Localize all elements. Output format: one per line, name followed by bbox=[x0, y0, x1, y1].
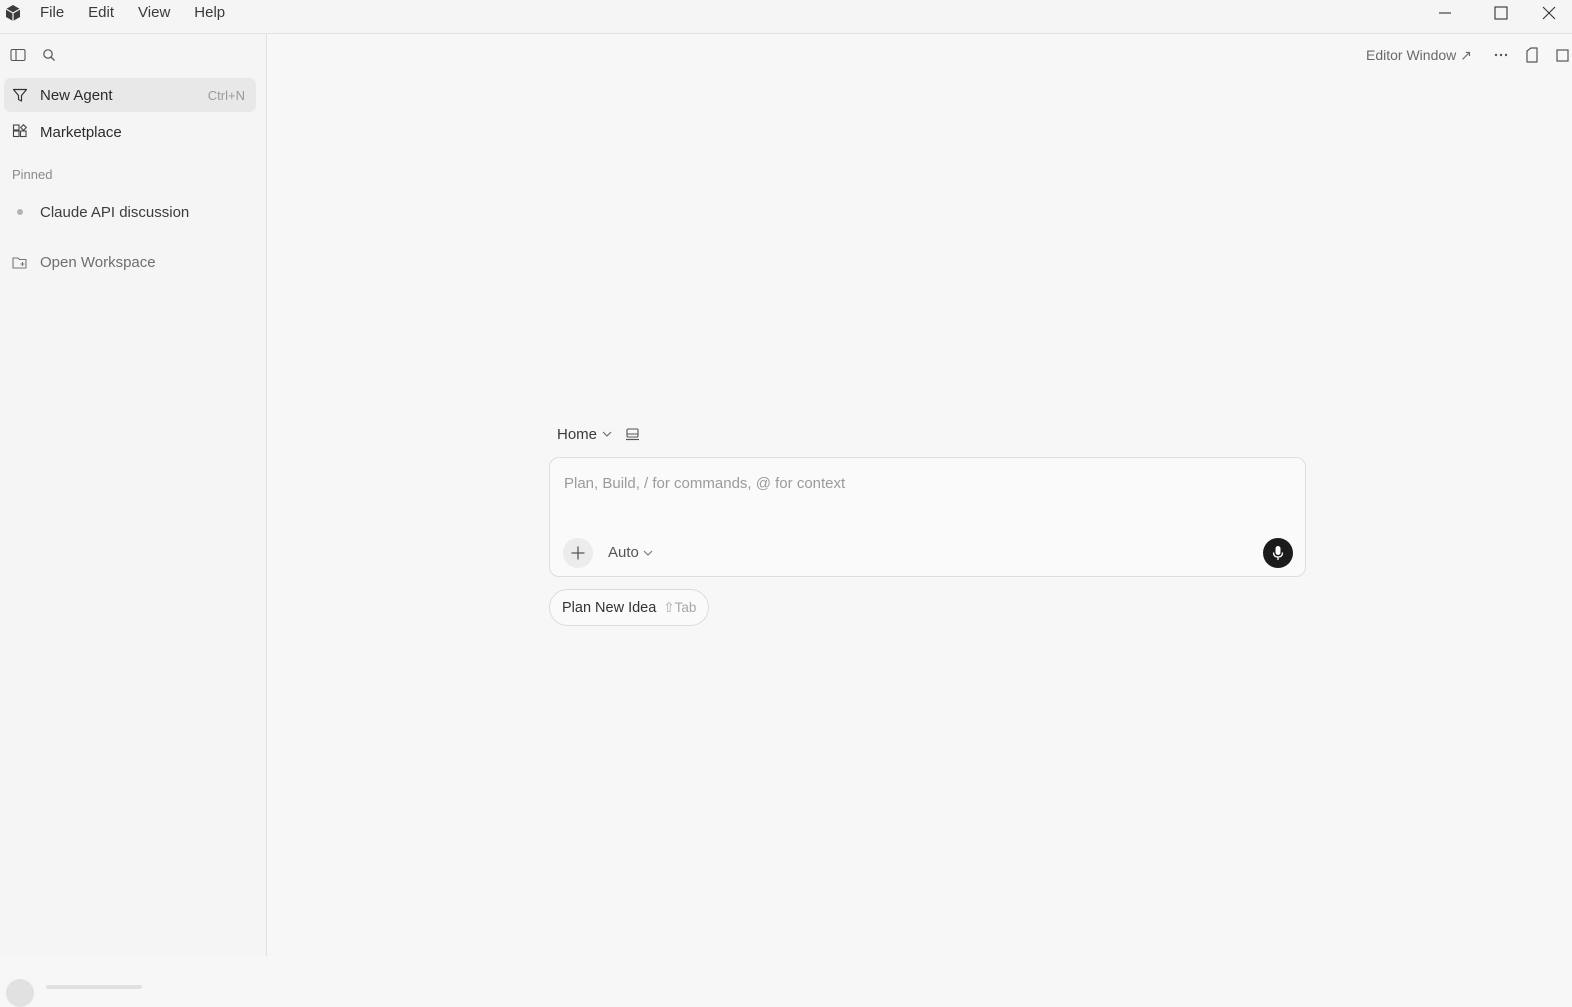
maximize-button[interactable] bbox=[1478, 0, 1524, 26]
pinned-dot-icon bbox=[17, 209, 23, 215]
menu-bar: File Edit View Help bbox=[28, 0, 237, 26]
prompt-input[interactable] bbox=[564, 472, 1264, 494]
sidebar-scrollbar[interactable] bbox=[46, 985, 142, 989]
sidebar-toggle-icon[interactable] bbox=[8, 45, 28, 65]
chevron-down-icon bbox=[643, 550, 653, 556]
new-agent-icon bbox=[12, 87, 28, 103]
app-logo-icon bbox=[4, 4, 22, 22]
sidebar: New Agent Ctrl+N Marketplace Pinned Clau… bbox=[0, 34, 267, 1007]
pinned-section-title: Pinned bbox=[12, 167, 53, 182]
mode-select[interactable]: Auto bbox=[608, 544, 653, 561]
maximize-icon bbox=[1494, 6, 1508, 20]
chevron-down-icon bbox=[602, 431, 612, 437]
marketplace-icon bbox=[12, 124, 28, 140]
sidebar-item-marketplace[interactable]: Marketplace bbox=[4, 115, 256, 149]
close-icon bbox=[1542, 6, 1556, 20]
menu-edit[interactable]: Edit bbox=[76, 0, 126, 26]
minimize-icon bbox=[1438, 6, 1452, 20]
menu-view[interactable]: View bbox=[126, 0, 182, 26]
avatar[interactable] bbox=[6, 979, 34, 1007]
voice-input-button[interactable] bbox=[1263, 538, 1293, 568]
minimize-button[interactable] bbox=[1422, 0, 1468, 26]
sidebar-item-new-agent[interactable]: New Agent Ctrl+N bbox=[4, 78, 256, 112]
close-button[interactable] bbox=[1526, 0, 1572, 26]
layout-icon[interactable] bbox=[1553, 46, 1571, 64]
add-context-button[interactable] bbox=[563, 538, 593, 568]
open-workspace-icon bbox=[10, 253, 30, 273]
plan-new-idea-button[interactable]: Plan New Idea ⇧Tab bbox=[549, 589, 710, 626]
sidebar-item-label: Marketplace bbox=[40, 123, 122, 141]
menu-file[interactable]: File bbox=[28, 0, 76, 26]
microphone-icon bbox=[1271, 545, 1285, 561]
editor-window-link[interactable]: Editor Window ↗ bbox=[1366, 47, 1472, 64]
menu-help[interactable]: Help bbox=[182, 0, 237, 26]
chip-shortcut: ⇧Tab bbox=[663, 599, 697, 615]
more-icon[interactable] bbox=[1492, 46, 1510, 64]
title-bar: File Edit View Help bbox=[0, 0, 1572, 34]
context-device-icon[interactable] bbox=[625, 427, 640, 441]
pinned-item-claude-api-discussion[interactable]: Claude API discussion bbox=[40, 204, 189, 221]
sidebar-item-label: New Agent bbox=[40, 86, 113, 104]
chip-label: Plan New Idea bbox=[562, 599, 657, 616]
panel-icon[interactable] bbox=[1523, 46, 1541, 64]
plus-icon bbox=[570, 545, 586, 561]
open-workspace-link[interactable]: Open Workspace bbox=[40, 254, 156, 271]
search-icon[interactable] bbox=[39, 45, 59, 65]
composer: Auto bbox=[549, 457, 1306, 577]
context-selector[interactable]: Home bbox=[557, 424, 640, 444]
mode-label: Auto bbox=[608, 544, 639, 561]
shortcut-hint: Ctrl+N bbox=[207, 87, 245, 103]
context-label: Home bbox=[557, 425, 598, 443]
